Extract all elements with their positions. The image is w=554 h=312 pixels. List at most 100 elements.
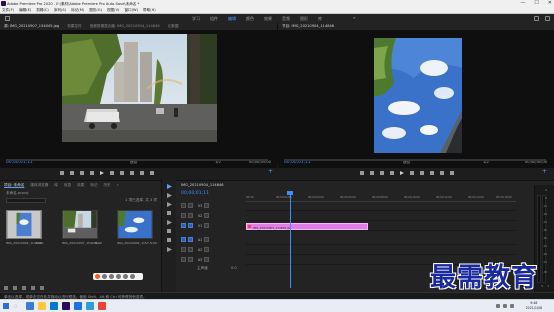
taskbar-search-icon[interactable]: ○ [14,304,17,308]
taskbar-app-icon[interactable] [38,302,46,310]
meter-solo-button[interactable]: S [547,285,549,288]
home-icon[interactable] [5,16,10,21]
timeline-tab-sequence[interactable]: IMG_20210904_114846 [181,183,224,187]
play-icon[interactable] [100,171,104,175]
ime-settings-icon[interactable] [130,274,135,279]
program-export-frame-icon[interactable] [450,171,454,175]
program-play-icon[interactable] [400,171,404,175]
program-time-ruler[interactable] [284,159,546,161]
menu-clip[interactable]: 剪辑(C) [36,7,49,13]
tray-network-icon[interactable] [503,304,507,308]
track-lock-icon[interactable] [181,257,186,262]
program-go-to-in-icon[interactable] [380,171,384,175]
mark-out-icon[interactable] [70,171,74,175]
tab-effect-controls[interactable]: 效果控件 [67,24,81,29]
go-to-in-icon[interactable] [80,171,84,175]
menu-file[interactable]: 文件(F) [2,7,14,13]
project-item-thumbnail[interactable] [117,210,153,239]
track-lock-icon[interactable] [181,213,186,218]
source-add-button-icon[interactable]: + [268,169,273,175]
taskbar-app-icon[interactable] [86,302,94,310]
overwrite-icon[interactable] [140,171,144,175]
hand-tool-icon[interactable] [167,238,171,242]
ripple-edit-tool-icon[interactable] [167,202,172,207]
tab-program[interactable]: 节目: IMG_20210904_114846 [282,24,334,29]
project-tabs-more-icon[interactable]: » [117,183,119,188]
track-select-tool-icon[interactable] [167,193,172,198]
tray-chevron-icon[interactable] [496,304,500,308]
timeline-timecode[interactable]: 00;00;01;11 [181,191,209,196]
lift-icon[interactable] [430,171,434,175]
menu-sequence[interactable]: 序列(S) [54,7,66,13]
tab-history[interactable]: 历史 [103,183,110,188]
track-target-icon[interactable] [188,213,193,218]
workspace-more-chevron-icon[interactable]: » [353,14,356,23]
source-viewer[interactable]: 00;00;01;11 适合 1/2 00;00;05;00 [0,30,277,168]
workspace-tab-color[interactable]: 颜色 [246,14,254,23]
project-item-thumbnail[interactable] [6,210,42,239]
source-time-ruler[interactable] [6,159,268,161]
tab-source[interactable]: 源: IMG_20210907_154045.jpg [4,24,59,29]
tab-project[interactable]: 项目: 未命名 [4,183,24,188]
step-forward-icon[interactable] [110,171,114,175]
track-lock-icon[interactable] [181,247,186,252]
type-tool-icon[interactable] [167,247,172,252]
program-viewer[interactable]: 00;00;01;11 适合 1/2 00;00;05;00 [278,30,554,168]
program-add-button-icon[interactable]: + [542,169,547,175]
mark-in-icon[interactable] [60,171,64,175]
tab-audio-clip-mixer[interactable]: 音频剪辑混合器: IMG_20210904_114846 [90,24,160,29]
menu-edit[interactable]: 编辑(E) [19,7,31,13]
master-volume-value[interactable]: 0.0 [231,266,237,270]
ime-punct-icon[interactable] [109,274,114,279]
zoom-slider-icon[interactable] [40,286,44,290]
menu-marker[interactable]: 标记(M) [71,7,84,13]
selection-tool-icon[interactable] [167,184,172,189]
tab-markers[interactable]: 标记 [90,183,97,188]
workspace-tab-assembly[interactable]: 组件 [210,14,218,23]
extract-icon[interactable] [440,171,444,175]
freeform-view-icon[interactable] [31,286,35,290]
workspace-tab-audio[interactable]: 音频 [282,14,290,23]
workspace-tab-effects[interactable]: 效果 [264,14,272,23]
project-item-thumbnail[interactable] [62,210,98,239]
pen-tool-icon[interactable] [167,229,171,233]
insert-icon[interactable] [130,171,134,175]
razor-tool-icon[interactable] [167,211,171,215]
workspace-tab-libraries[interactable]: 库 [318,14,322,23]
menu-view[interactable]: 视图(V) [107,7,119,13]
track-target-icon[interactable] [188,203,193,208]
workspace-tab-graphics[interactable]: 图形 [300,14,308,23]
track-target-icon[interactable] [188,237,193,242]
timeline-clip[interactable]: IMG_20210904_114846.jpg [246,223,368,230]
track-visibility-icon[interactable] [204,203,210,208]
tab-metadata[interactable]: 元数据 [168,24,179,29]
track-mute-icon[interactable] [204,247,210,252]
playhead-line[interactable] [290,192,291,288]
workspace-tab-learn[interactable]: 学习 [192,14,200,23]
tab-libraries[interactable]: 库 [54,183,58,188]
taskbar-app-icon[interactable] [98,302,106,310]
tab-media-browser[interactable]: 媒体浏览器 [30,183,48,188]
slip-tool-icon[interactable] [167,220,172,225]
program-go-to-out-icon[interactable] [420,171,424,175]
maximize-button[interactable]: ☐ [534,1,538,6]
share-icon[interactable] [534,16,539,21]
program-mark-in-icon[interactable] [360,171,364,175]
taskbar-app-icon[interactable] [74,302,82,310]
list-view-icon[interactable] [13,286,17,290]
track-visibility-icon[interactable] [204,223,210,228]
minimize-button[interactable]: — [520,1,525,6]
taskbar-app-icon[interactable] [50,302,58,310]
close-button[interactable]: ✕ [548,1,552,6]
program-step-forward-icon[interactable] [410,171,414,175]
meter-solo-button[interactable]: S [541,285,543,288]
track-lock-icon[interactable] [181,237,186,242]
track-target-icon[interactable] [188,257,193,262]
program-mark-out-icon[interactable] [370,171,374,175]
search-icon[interactable] [545,16,550,21]
track-mute-icon[interactable] [204,257,210,262]
taskbar-app-icon[interactable] [26,302,34,310]
track-target-icon[interactable] [188,223,193,228]
track-lock-icon[interactable] [181,223,186,228]
tray-volume-icon[interactable] [510,304,514,308]
